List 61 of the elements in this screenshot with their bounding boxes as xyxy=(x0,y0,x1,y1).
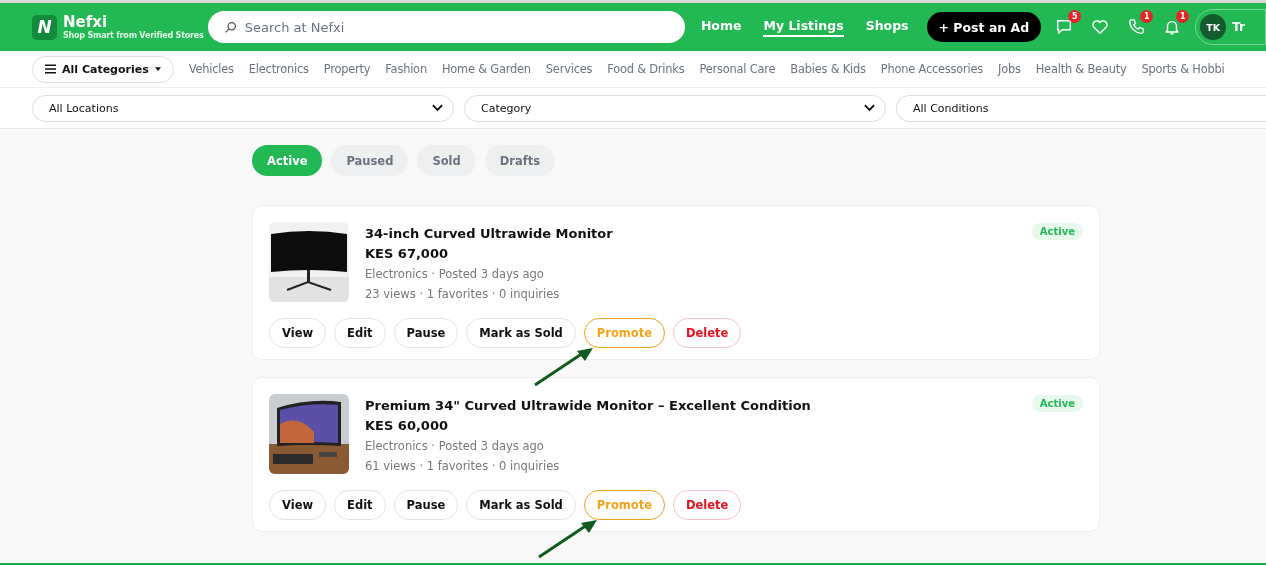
status-badge: Active xyxy=(1031,223,1083,240)
annotation-arrow xyxy=(537,519,599,559)
listing-meta: Electronics · Posted 3 days ago xyxy=(365,438,545,455)
brand-name: Nefxi xyxy=(63,14,109,30)
action-button[interactable]: Mark as Sold xyxy=(466,318,576,348)
notification-count: 1 xyxy=(1140,10,1154,23)
action-button[interactable]: Pause xyxy=(393,490,459,520)
heart-icon[interactable] xyxy=(1091,18,1110,36)
logo-badge[interactable]: N xyxy=(32,14,57,40)
notification-count: 1 xyxy=(1176,10,1190,23)
listing-title[interactable]: 34-inch Curved Ultrawide Monitor xyxy=(365,224,1032,244)
phone-icon[interactable] xyxy=(1127,18,1146,36)
category-link[interactable]: Jobs xyxy=(998,62,1021,76)
notification-count: 5 xyxy=(1068,10,1082,23)
category-link[interactable]: Phone Accessories xyxy=(880,62,984,76)
search-icon xyxy=(223,21,237,34)
delete-button[interactable]: Delete xyxy=(673,318,742,348)
listing-stats: 61 views · 1 favorites · 0 inquiries xyxy=(365,458,561,475)
user-name: Tr xyxy=(1232,20,1245,34)
category-link[interactable]: Vehicles xyxy=(188,62,234,76)
listing-meta: Electronics · Posted 3 days ago xyxy=(365,266,545,283)
category-link[interactable]: Home & Garden xyxy=(441,62,531,76)
category-link[interactable]: Electronics xyxy=(248,62,309,76)
listing-price: KES 60,000 xyxy=(365,417,449,435)
status-tab[interactable]: Drafts xyxy=(484,145,556,176)
annotation-arrow xyxy=(533,347,595,387)
action-button[interactable]: View xyxy=(269,318,327,348)
menu-icon xyxy=(45,64,56,74)
category-link[interactable]: Sports & Hobbi xyxy=(1141,62,1225,76)
category-link[interactable]: Property xyxy=(323,62,371,76)
listing-stats: 23 views · 1 favorites · 0 inquiries xyxy=(365,286,561,303)
all-categories-button[interactable]: All Categories xyxy=(32,55,174,83)
caret-icon xyxy=(154,67,161,71)
avatar: TK xyxy=(1200,14,1227,40)
category-link[interactable]: Services xyxy=(545,62,593,76)
category-link[interactable]: Personal Care xyxy=(699,62,776,76)
nav-link[interactable]: My Listings xyxy=(763,17,844,37)
action-button[interactable]: Edit xyxy=(334,490,386,520)
search-field[interactable]: Search at Nefxi xyxy=(207,11,685,43)
tagline: Shop Smart from Verified Stores xyxy=(63,31,204,40)
action-button[interactable]: View xyxy=(269,490,327,520)
status-tab[interactable]: Sold xyxy=(417,145,476,176)
post-ad-button[interactable]: + Post an Ad xyxy=(926,12,1042,42)
status-badge: Active xyxy=(1031,395,1083,412)
action-button[interactable]: Pause xyxy=(393,318,459,348)
category-link[interactable]: Health & Beauty xyxy=(1035,62,1127,76)
status-tab[interactable]: Active xyxy=(252,145,323,176)
category-link[interactable]: Fashion xyxy=(385,62,427,76)
action-button[interactable]: Edit xyxy=(334,318,386,348)
listing-price: KES 67,000 xyxy=(365,245,449,263)
nav-link[interactable]: Shops xyxy=(865,17,909,37)
status-tab[interactable]: Paused xyxy=(331,145,409,176)
category-link[interactable]: Food & Drinks xyxy=(607,62,685,76)
chat-icon[interactable] xyxy=(1055,18,1074,36)
category-link[interactable]: Babies & Kids xyxy=(790,62,866,76)
delete-button[interactable]: Delete xyxy=(673,490,742,520)
listing-title[interactable]: Premium 34" Curved Ultrawide Monitor – Excellent Condition xyxy=(365,396,1032,416)
action-button[interactable]: Mark as Sold xyxy=(466,490,576,520)
chevron-icon xyxy=(432,104,443,112)
nav-link[interactable]: Home xyxy=(700,17,742,37)
chevron-icon xyxy=(864,104,875,112)
